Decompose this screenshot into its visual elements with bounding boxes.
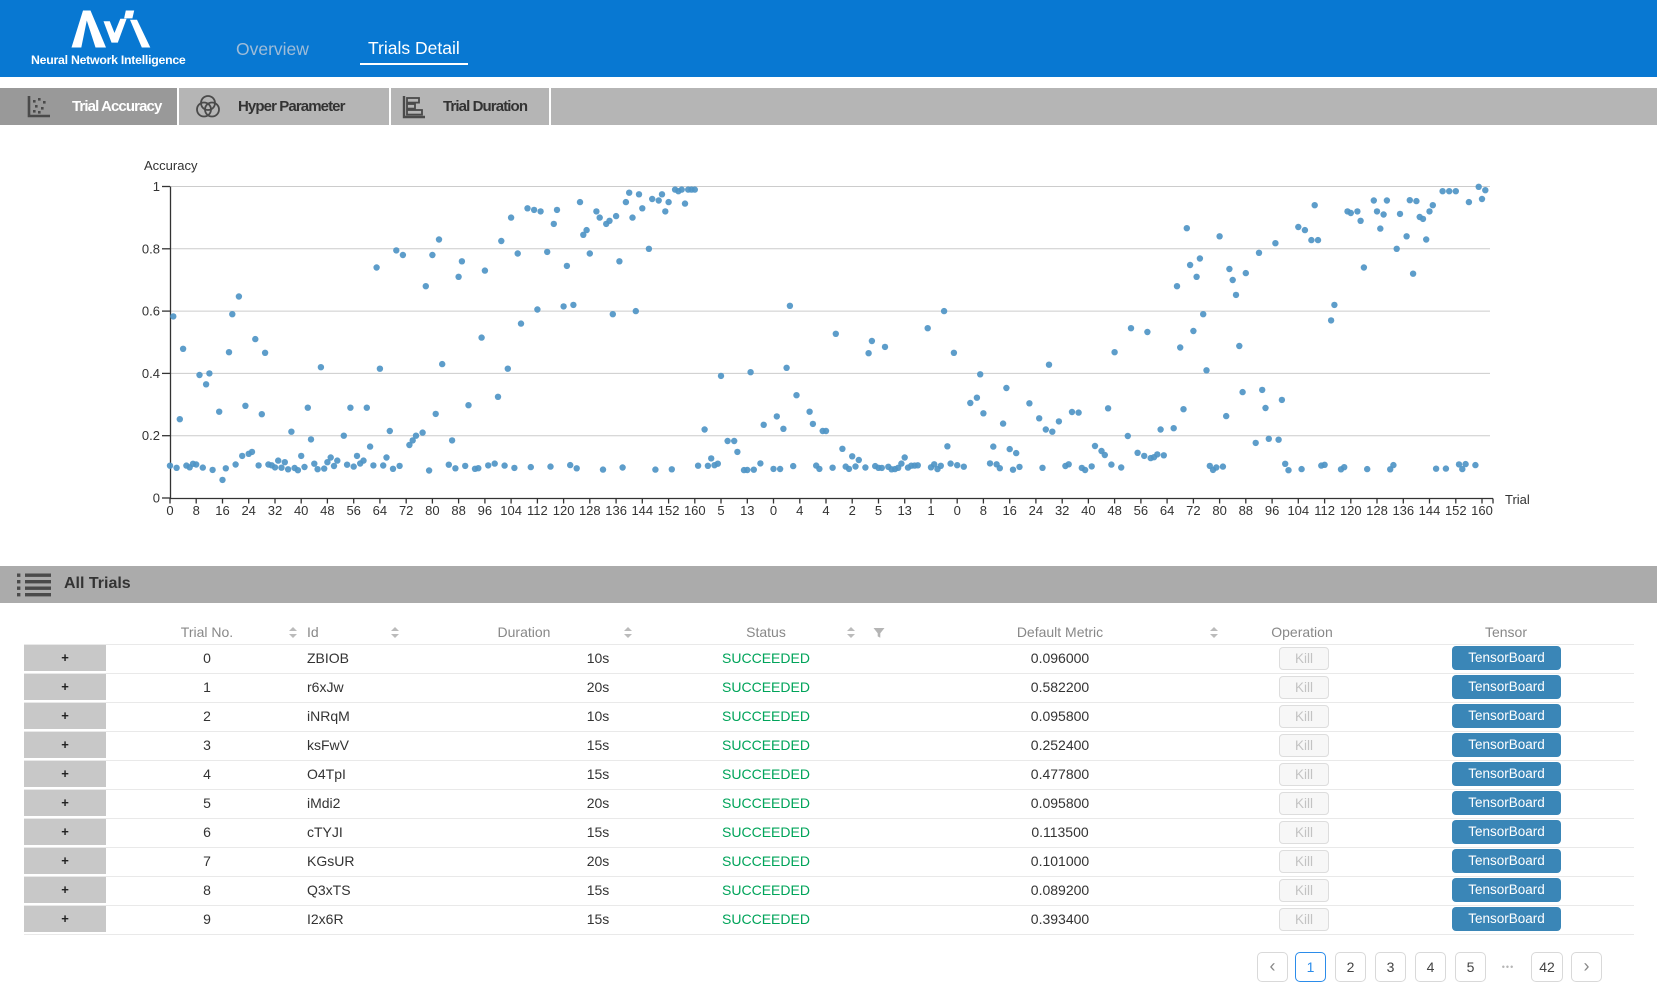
svg-text:64: 64 [1160,503,1174,518]
svg-text:1: 1 [153,179,160,194]
svg-text:112: 112 [1314,503,1335,518]
svg-text:16: 16 [215,503,229,518]
svg-text:0.2: 0.2 [142,428,160,443]
svg-text:80: 80 [1212,503,1226,518]
svg-text:128: 128 [1366,503,1388,518]
svg-text:0.4: 0.4 [142,366,160,381]
svg-text:32: 32 [268,503,282,518]
svg-text:0: 0 [954,503,961,518]
svg-text:120: 120 [553,503,575,518]
svg-text:160: 160 [684,503,706,518]
svg-text:24: 24 [1029,503,1043,518]
svg-text:13: 13 [740,503,754,518]
svg-text:0: 0 [770,503,777,518]
svg-text:0: 0 [153,491,160,506]
svg-text:0.6: 0.6 [142,304,160,319]
svg-text:96: 96 [1265,503,1279,518]
svg-text:48: 48 [320,503,334,518]
svg-text:152: 152 [658,503,680,518]
svg-text:88: 88 [1239,503,1253,518]
svg-text:144: 144 [1419,503,1441,518]
svg-text:24: 24 [241,503,255,518]
svg-text:72: 72 [1186,503,1200,518]
svg-text:80: 80 [425,503,439,518]
svg-text:96: 96 [478,503,492,518]
svg-text:112: 112 [527,503,548,518]
svg-text:8: 8 [193,503,200,518]
svg-text:48: 48 [1107,503,1121,518]
svg-text:4: 4 [796,503,803,518]
svg-text:4: 4 [822,503,829,518]
svg-text:56: 56 [1134,503,1148,518]
svg-text:72: 72 [399,503,413,518]
svg-text:144: 144 [631,503,653,518]
svg-text:136: 136 [1392,503,1414,518]
svg-text:128: 128 [579,503,601,518]
svg-text:120: 120 [1340,503,1362,518]
svg-text:13: 13 [897,503,911,518]
svg-text:152: 152 [1445,503,1467,518]
svg-text:160: 160 [1471,503,1493,518]
svg-text:16: 16 [1002,503,1016,518]
svg-text:88: 88 [451,503,465,518]
svg-text:Accuracy: Accuracy [144,158,198,173]
svg-text:40: 40 [1081,503,1095,518]
svg-text:64: 64 [373,503,387,518]
svg-text:136: 136 [605,503,627,518]
svg-text:56: 56 [346,503,360,518]
svg-text:5: 5 [717,503,724,518]
svg-text:40: 40 [294,503,308,518]
svg-text:32: 32 [1055,503,1069,518]
svg-text:0.8: 0.8 [142,241,160,256]
svg-text:104: 104 [1287,503,1309,518]
svg-text:0: 0 [166,503,173,518]
svg-text:2: 2 [849,503,856,518]
svg-text:104: 104 [500,503,522,518]
svg-text:5: 5 [875,503,882,518]
svg-text:Trial: Trial [1505,492,1530,507]
svg-text:8: 8 [980,503,987,518]
svg-text:1: 1 [927,503,934,518]
